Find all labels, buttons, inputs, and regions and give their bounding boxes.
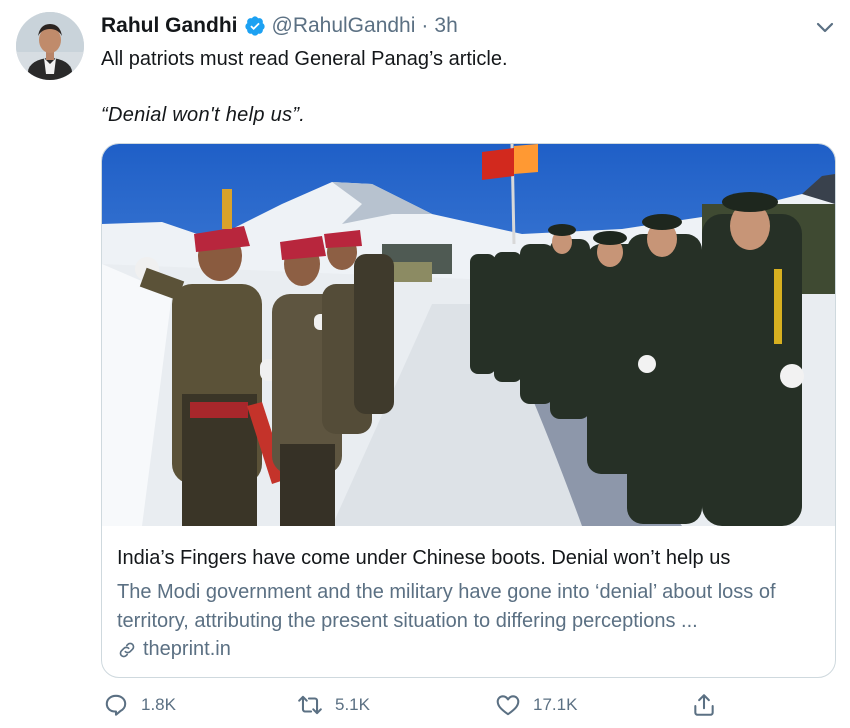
chevron-down-icon[interactable] <box>812 16 838 38</box>
link-card[interactable]: India’s Fingers have come under Chinese … <box>101 143 836 678</box>
retweet-count: 5.1K <box>335 695 370 714</box>
share-icon <box>694 694 714 716</box>
retweet-button[interactable]: 5.1K <box>297 692 370 718</box>
share-button[interactable] <box>691 692 717 718</box>
avatar[interactable] <box>16 12 84 80</box>
author-name[interactable]: Rahul Gandhi <box>101 14 238 38</box>
card-title: India’s Fingers have come under Chinese … <box>117 547 731 569</box>
reply-count: 1.8K <box>141 695 176 714</box>
tweet-header: Rahul Gandhi @RahulGandhi · 3h <box>101 14 458 38</box>
card-image[interactable] <box>102 144 835 526</box>
link-icon <box>119 642 135 657</box>
author-handle[interactable]: @RahulGandhi <box>272 14 416 38</box>
avatar-image <box>16 12 84 80</box>
card-description: The Modi government and the military hav… <box>117 581 776 632</box>
tweet-time[interactable]: 3h <box>434 14 457 38</box>
like-icon <box>496 695 520 716</box>
like-count: 17.1K <box>533 695 578 714</box>
action-bar: 1.8K 5.1K 17.1K <box>101 692 721 722</box>
card-domain[interactable]: theprint.in <box>117 638 231 661</box>
reply-icon <box>105 694 127 716</box>
card-domain-text: theprint.in <box>143 638 231 660</box>
tweet-text-line-1: All patriots must read General Panag’s a… <box>101 48 508 70</box>
reply-button[interactable]: 1.8K <box>103 692 176 718</box>
header-separator: · <box>421 14 429 37</box>
tweet-text-line-2: “Denial won't help us”. <box>101 104 306 126</box>
like-button[interactable]: 17.1K <box>495 692 577 718</box>
verified-badge-icon <box>244 16 265 36</box>
retweet-icon <box>298 695 322 715</box>
